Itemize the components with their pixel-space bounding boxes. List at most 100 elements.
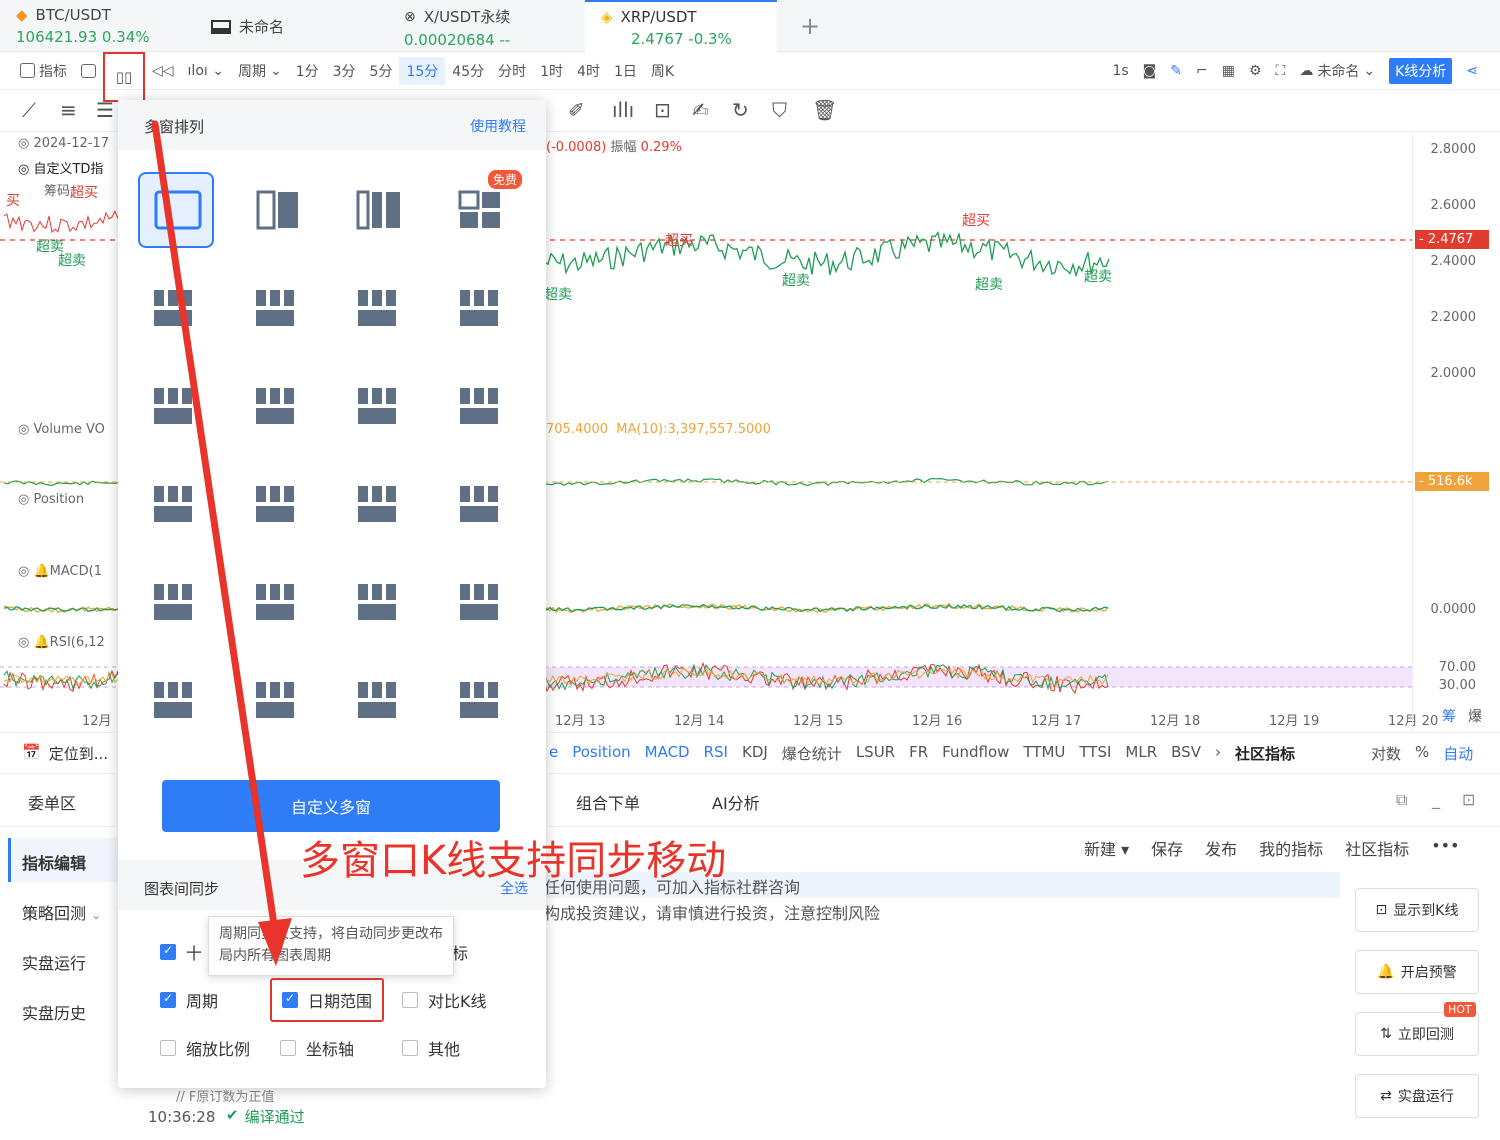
- fib-tool-icon[interactable]: ☰: [96, 98, 114, 122]
- layout-option[interactable]: [138, 172, 214, 248]
- custom-multi-window-button[interactable]: 自定义多窗: [162, 780, 500, 832]
- indicator-item[interactable]: LSUR: [849, 743, 902, 764]
- interval-1d[interactable]: 1日: [607, 52, 644, 90]
- kline-analysis-button[interactable]: K线分析: [1382, 52, 1459, 90]
- layout-option[interactable]: [444, 368, 520, 444]
- order-area-tab[interactable]: 委单区: [28, 790, 76, 814]
- layout-option[interactable]: [138, 662, 214, 738]
- layout-option[interactable]: [138, 564, 214, 640]
- ai-analysis-tab[interactable]: AI分析: [712, 790, 760, 814]
- indicator-item[interactable]: Fundflow: [935, 743, 1016, 764]
- settings-icon[interactable]: ⚙: [1242, 52, 1269, 90]
- tutorial-link[interactable]: 使用教程: [470, 116, 526, 136]
- tab-x-usdt[interactable]: ⊗ X/USDT永续 0.00020684 --: [388, 0, 583, 52]
- layout-option[interactable]: [240, 270, 316, 346]
- backtest-now-button[interactable]: ⇅ 立即回测: [1355, 1012, 1479, 1056]
- chevron-right-icon[interactable]: ›: [1208, 743, 1228, 764]
- filter-tool-icon[interactable]: ⛉: [772, 98, 787, 122]
- chart-type-button[interactable]: ıloı ⌄: [181, 52, 231, 90]
- sync-cross-option[interactable]: 十: [160, 940, 202, 964]
- combo-order-tab[interactable]: 组合下单: [576, 790, 640, 814]
- layout-option[interactable]: [444, 662, 520, 738]
- layout-option[interactable]: [342, 466, 418, 542]
- note-tool-icon[interactable]: ✍: [692, 98, 709, 122]
- side-live-history[interactable]: 实盘历史: [22, 1000, 86, 1024]
- layout-option[interactable]: [138, 368, 214, 444]
- publish-button[interactable]: 发布: [1205, 836, 1237, 860]
- layout-option[interactable]: [342, 270, 418, 346]
- tab-btc[interactable]: ◆ BTC/USDT 106421.93 0.34%: [0, 0, 190, 52]
- layout-option[interactable]: [240, 564, 316, 640]
- layout-option[interactable]: [240, 368, 316, 444]
- interval-1m[interactable]: 1分: [289, 52, 326, 90]
- indicator-item[interactable]: MACD: [638, 743, 697, 764]
- indicator-item[interactable]: BSV: [1164, 743, 1208, 764]
- sync-other-option[interactable]: 其他: [402, 1036, 460, 1060]
- interval-4h[interactable]: 4时: [570, 52, 607, 90]
- layout-option[interactable]: [138, 466, 214, 542]
- interval-45m[interactable]: 45分: [445, 52, 491, 90]
- layout-option[interactable]: [342, 564, 418, 640]
- template-button[interactable]: [74, 52, 103, 90]
- maximize-icon[interactable]: ⊡: [1462, 790, 1475, 809]
- measure-tool-icon[interactable]: ⊡: [654, 98, 671, 122]
- side-strategy-backtest[interactable]: 策略回测 ⌄: [22, 900, 101, 924]
- indicator-item[interactable]: RSI: [697, 743, 735, 764]
- indicator-item[interactable]: MLR: [1118, 743, 1164, 764]
- second-interval[interactable]: 1s: [1105, 52, 1135, 90]
- indicator-button[interactable]: 指标: [0, 52, 74, 90]
- calc-icon[interactable]: ▦: [1215, 52, 1242, 90]
- interval-15m[interactable]: 15分: [399, 56, 446, 85]
- magnet-tool-icon[interactable]: ↻: [732, 98, 749, 122]
- pen-icon[interactable]: ✎: [1163, 52, 1189, 90]
- percent-scale-toggle[interactable]: %: [1408, 743, 1436, 764]
- show-on-kline-button[interactable]: ⊡ 显示到K线: [1355, 888, 1479, 932]
- side-indicator-edit[interactable]: 指标编辑: [22, 850, 86, 874]
- indicator-item[interactable]: FR: [902, 743, 935, 764]
- indicator-item[interactable]: Position: [565, 743, 637, 764]
- parallel-tool-icon[interactable]: ≡: [60, 98, 77, 122]
- layout-option[interactable]: [444, 466, 520, 542]
- tab-unnamed[interactable]: 未命名: [195, 0, 385, 52]
- sync-date-range-option[interactable]: 日期范围: [270, 978, 385, 1022]
- layout-option[interactable]: [444, 270, 520, 346]
- locate-button[interactable]: 📅 定位到...: [22, 743, 108, 764]
- line-tool-icon[interactable]: ⟋: [22, 98, 36, 122]
- layout-option[interactable]: [240, 172, 316, 248]
- more-icon[interactable]: •••: [1431, 836, 1459, 860]
- period-dropdown[interactable]: 周期 ⌄: [231, 52, 289, 90]
- corner-icon[interactable]: ⌐: [1189, 52, 1215, 90]
- sync-zoom-option[interactable]: 缩放比例: [160, 1036, 250, 1060]
- rewind-button[interactable]: ◁◁: [145, 52, 181, 90]
- layout-option[interactable]: [342, 662, 418, 738]
- add-tab-button[interactable]: +: [800, 12, 820, 40]
- indicator-item[interactable]: TTSI: [1072, 743, 1118, 764]
- side-live-run[interactable]: 实盘运行: [22, 950, 86, 974]
- layout-option[interactable]: [240, 466, 316, 542]
- community-indicators-button[interactable]: 社区指标: [1345, 836, 1409, 860]
- interval-3m[interactable]: 3分: [326, 52, 363, 90]
- popout-icon[interactable]: ⧉: [1396, 790, 1407, 810]
- my-indicators-button[interactable]: 我的指标: [1259, 836, 1323, 860]
- log-scale-toggle[interactable]: 对数: [1364, 743, 1408, 764]
- interval-week[interactable]: 周K: [644, 52, 681, 90]
- share-icon[interactable]: ⋖: [1459, 52, 1500, 90]
- minimize-icon[interactable]: _: [1432, 790, 1440, 809]
- new-button[interactable]: 新建 ▾: [1084, 836, 1129, 860]
- sync-period-option[interactable]: 周期: [160, 988, 218, 1012]
- enable-alert-button[interactable]: 🔔 开启预警: [1355, 950, 1479, 994]
- interval-1h[interactable]: 1时: [533, 52, 570, 90]
- layout-option[interactable]: [342, 172, 418, 248]
- layout-option[interactable]: [240, 662, 316, 738]
- layout-option[interactable]: [342, 368, 418, 444]
- interval-5m[interactable]: 5分: [363, 52, 400, 90]
- auto-scale-toggle[interactable]: 自动: [1436, 743, 1480, 764]
- indicator-item[interactable]: 爆仓统计: [775, 743, 849, 764]
- interval-timeshare[interactable]: 分时: [491, 52, 533, 90]
- fullscreen-icon[interactable]: ⛶: [1269, 52, 1293, 90]
- save-button[interactable]: 保存: [1151, 836, 1183, 860]
- live-run-button[interactable]: ⇄ 实盘运行: [1355, 1074, 1479, 1118]
- sync-compare-kline-option[interactable]: 对比K线: [402, 988, 487, 1012]
- tab-xrp[interactable]: ◈ XRP/USDT 2.4767 -0.3%: [585, 0, 777, 52]
- indicator-item[interactable]: TTMU: [1016, 743, 1072, 764]
